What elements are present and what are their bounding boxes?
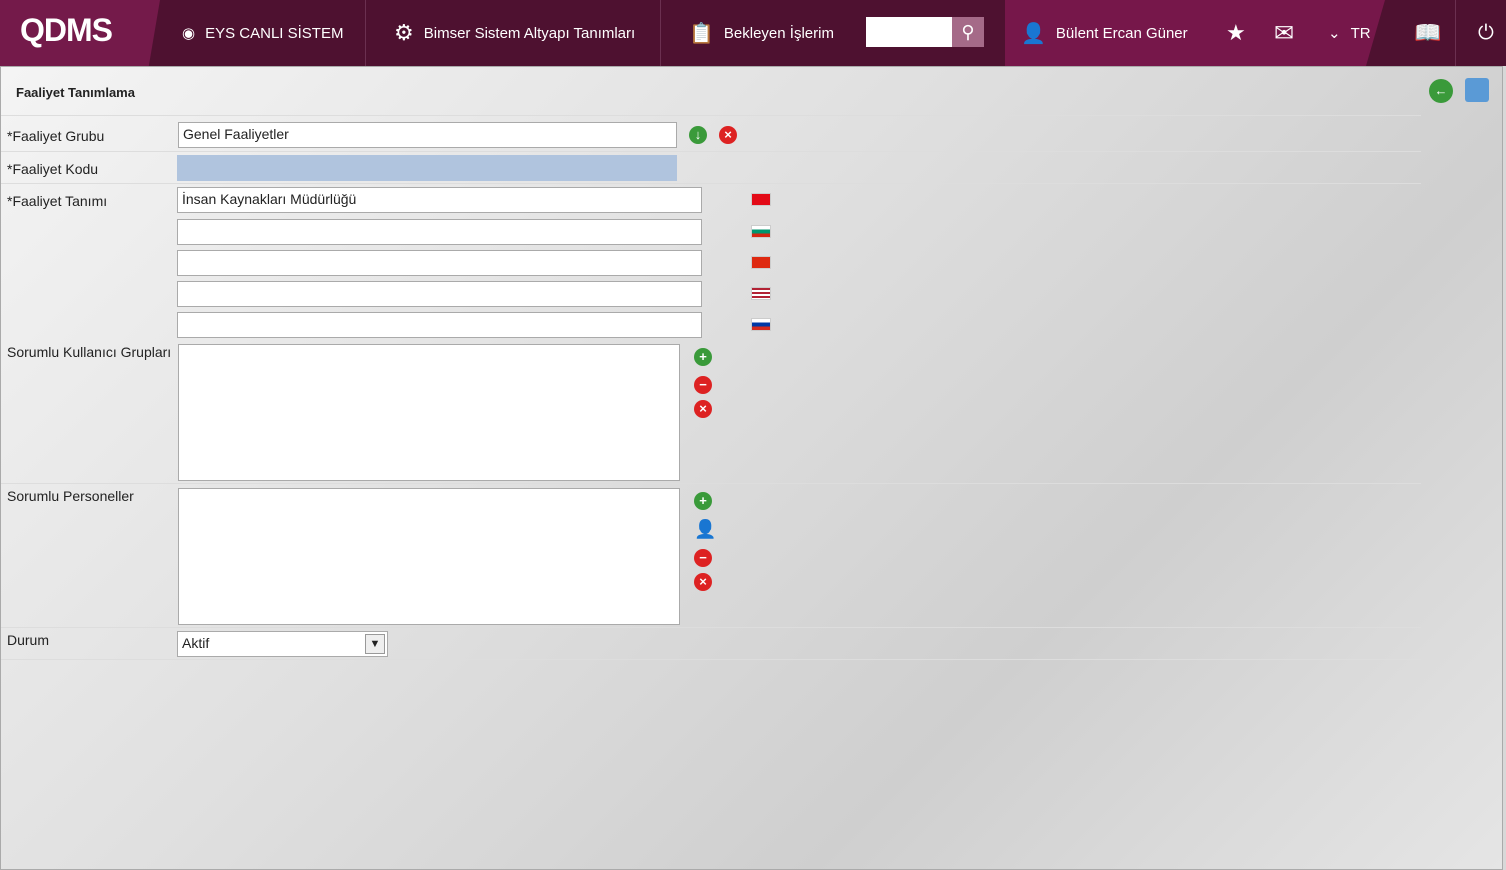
personeller-list[interactable]: [178, 488, 680, 625]
label-durum: Durum: [7, 632, 50, 648]
clear-icon[interactable]: ×: [694, 400, 712, 418]
add-icon[interactable]: +: [694, 348, 712, 366]
add-user-icon[interactable]: 👤: [694, 519, 716, 540]
kullanici-gruplari-list[interactable]: [178, 344, 680, 481]
search-input[interactable]: [866, 17, 952, 47]
manual-icon[interactable]: 📖: [1398, 0, 1457, 66]
nav-eys[interactable]: ◉ EYS CANLI SİSTEM: [166, 0, 359, 66]
clear-icon[interactable]: ×: [694, 573, 712, 591]
tanim-cn-field[interactable]: [177, 250, 702, 276]
nav-label: Bekleyen İşlerim: [723, 24, 834, 42]
flag-cn-icon: [751, 256, 771, 269]
flag-us-icon: [751, 287, 771, 300]
lang-label: TR: [1350, 24, 1371, 42]
faaliyet-kodu-field[interactable]: [177, 155, 677, 181]
tanim-en-field[interactable]: [177, 281, 702, 307]
durum-value: Aktif: [182, 635, 210, 651]
chevron-down-icon: ⌄: [1328, 25, 1341, 42]
qdms-icon: ◉: [182, 25, 196, 42]
user-menu[interactable]: 👤 Bülent Ercan Güner: [1005, 0, 1204, 66]
tanim-tr-field[interactable]: İnsan Kaynakları Müdürlüğü: [177, 187, 702, 213]
durum-select[interactable]: Aktif ▼: [177, 631, 388, 657]
nav-label: EYS CANLI SİSTEM: [205, 24, 344, 42]
search-icon[interactable]: ⚲: [952, 17, 984, 47]
select-icon[interactable]: ↓: [689, 126, 707, 144]
label-kullanici-gruplari: Sorumlu Kullanıcı Grupları: [7, 344, 172, 360]
tanim-ru-field[interactable]: [177, 312, 702, 338]
faaliyet-grubu-field[interactable]: Genel Faaliyetler: [178, 122, 677, 148]
logo[interactable]: QDMS: [0, 0, 160, 66]
back-icon[interactable]: ←: [1429, 79, 1453, 103]
chevron-down-icon[interactable]: ▼: [365, 634, 385, 654]
remove-icon[interactable]: −: [694, 549, 712, 567]
nav-label: Bimser Sistem Altyapı Tanımları: [423, 24, 636, 42]
user-icon: 👤: [1021, 22, 1046, 45]
nav-bimser[interactable]: ⚙ Bimser Sistem Altyapı Tanımları: [378, 0, 651, 66]
clipboard-icon: 📋: [689, 22, 714, 45]
power-icon[interactable]: ⏻: [1462, 0, 1506, 66]
add-icon[interactable]: +: [694, 492, 712, 510]
mail-icon[interactable]: ✉: [1258, 0, 1310, 66]
page-title: Faaliyet Tanımlama: [16, 85, 135, 100]
top-bar: QDMS ◉ EYS CANLI SİSTEM ⚙ Bimser Sistem Al…: [0, 0, 1506, 66]
content: Faaliyet Tanımlama ← *Faaliyet Grubu Gen…: [0, 66, 1503, 870]
user-name: Bülent Ercan Güner: [1055, 24, 1188, 42]
language-select[interactable]: ⌄ TR: [1312, 0, 1387, 66]
label-faaliyet-grubu: *Faaliyet Grubu: [7, 128, 105, 144]
label-faaliyet-kodu: *Faaliyet Kodu: [7, 161, 99, 177]
flag-tr-icon: [751, 193, 771, 206]
star-icon[interactable]: ★: [1210, 0, 1262, 66]
gear-icon: ⚙: [394, 20, 414, 45]
flag-bg-icon: [751, 225, 771, 238]
label-personeller: Sorumlu Personeller: [7, 488, 134, 504]
label-faaliyet-tanimi: *Faaliyet Tanımı: [7, 193, 108, 209]
remove-icon[interactable]: −: [694, 376, 712, 394]
clear-icon[interactable]: ×: [719, 126, 737, 144]
nav-bekleyen[interactable]: 📋 Bekleyen İşlerim: [673, 0, 850, 66]
save-icon[interactable]: [1465, 78, 1489, 102]
flag-ru-icon: [751, 318, 771, 331]
tanim-bg-field[interactable]: [177, 219, 702, 245]
